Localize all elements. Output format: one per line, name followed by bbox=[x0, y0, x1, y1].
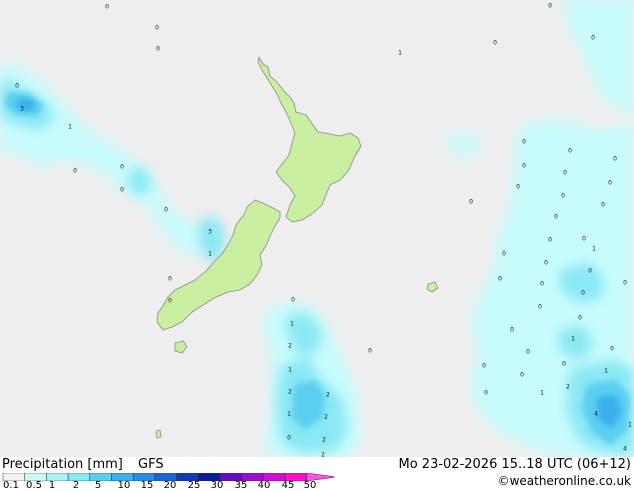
precip-value-label: 1 bbox=[398, 50, 402, 57]
precipitation-map: 0 0 0 0 0 0 1 0 3 1 0 0 0 0 3 1 0 0 0 1 2 1 2 2 1 2 0 2 2 0 0 0 0 0 0 0 0 0 0 0… bbox=[0, 0, 634, 457]
precip-value-label: 0 bbox=[623, 280, 627, 287]
legend-tick-label: 35 bbox=[234, 480, 248, 491]
precip-value-label: 0 bbox=[581, 290, 585, 297]
legend-tick-label: 45 bbox=[281, 480, 295, 491]
precip-value-label: 0 bbox=[120, 164, 124, 171]
precip-value-label: 0 bbox=[482, 363, 486, 370]
forecast-datetime: Mo 23-02-2026 15..18 UTC (06+12) bbox=[398, 457, 632, 472]
precip-value-label: 0 bbox=[502, 251, 506, 258]
precip-value-label: 0 bbox=[561, 193, 565, 200]
auckland-islands bbox=[155, 429, 162, 439]
legend-tick-label: 0.5 bbox=[26, 480, 42, 491]
precip-value-label: 0 bbox=[510, 327, 514, 334]
precip-value-label: 0 bbox=[520, 372, 524, 379]
precip-value-label: 0 bbox=[516, 184, 520, 191]
precip-value-label: 0 bbox=[493, 40, 497, 47]
precip-value-label: 0 bbox=[544, 260, 548, 267]
precip-value-label: 0 bbox=[168, 298, 172, 305]
copyright: ©weatheronline.co.uk bbox=[497, 474, 631, 488]
precip-value-label: 2 bbox=[326, 392, 330, 399]
precip-value-label: 1 bbox=[288, 367, 292, 374]
precip-value-label: 0 bbox=[120, 187, 124, 194]
precip-value-label: 0 bbox=[601, 202, 605, 209]
precip-value-label: 0 bbox=[548, 237, 552, 244]
precip-value-label: 0 bbox=[613, 156, 617, 163]
legend-tick-label: 1 bbox=[48, 480, 56, 491]
legend-tick-label: 2 bbox=[72, 480, 80, 491]
precip-value-label: 0 bbox=[538, 304, 542, 311]
precip-value-label: 0 bbox=[484, 390, 488, 397]
precip-value-label: 4 bbox=[623, 446, 627, 453]
legend-swatch bbox=[67, 473, 91, 481]
model-name: GFS bbox=[138, 457, 164, 472]
precip-value-label: 0 bbox=[15, 83, 19, 90]
precip-value-label: 0 bbox=[168, 276, 172, 283]
precip-value-label: 0 bbox=[563, 170, 567, 177]
precip-value-label: 1 bbox=[628, 422, 632, 429]
precip-value-label: 0 bbox=[469, 199, 473, 206]
legend-tick-label: 10 bbox=[117, 480, 131, 491]
legend-tick-label: 25 bbox=[187, 480, 201, 491]
precip-value-label: 0 bbox=[105, 4, 109, 11]
precip-value-label: 2 bbox=[324, 414, 328, 421]
legend-tick-label: 5 bbox=[94, 480, 102, 491]
precip-value-label: 0 bbox=[578, 315, 582, 322]
precip-title: Precipitation [mm] bbox=[2, 457, 123, 472]
precip-value-label: 0 bbox=[164, 207, 168, 214]
precip-value-label: 0 bbox=[522, 163, 526, 170]
legend-tick-label: 15 bbox=[140, 480, 154, 491]
precip-value-label: 0 bbox=[155, 25, 159, 32]
precip-value-label: 0 bbox=[588, 268, 592, 275]
precip-value-label: 0 bbox=[540, 281, 544, 288]
precip-value-label: 0 bbox=[562, 361, 566, 368]
precip-value-label: 1 bbox=[68, 124, 72, 131]
precip-value-label: 4 bbox=[594, 411, 598, 418]
precip-value-label: 0 bbox=[291, 297, 295, 304]
precip-value-label: 2 bbox=[322, 437, 326, 444]
precip-value-label: 3 bbox=[20, 106, 24, 113]
precip-value-label: 0 bbox=[522, 139, 526, 146]
precip-value-label: 0 bbox=[73, 168, 77, 175]
precip-value-label: 2 bbox=[288, 389, 292, 396]
precip-value-label: 1 bbox=[592, 246, 596, 253]
precip-value-label: 0 bbox=[591, 35, 595, 42]
precip-value-label: 0 bbox=[526, 349, 530, 356]
precip-value-label: 1 bbox=[208, 251, 212, 258]
precip-value-label: 1 bbox=[540, 390, 544, 397]
precip-value-label: 3 bbox=[208, 229, 212, 236]
precip-value-label: 1 bbox=[287, 411, 291, 418]
legend-tick-label: 20 bbox=[163, 480, 177, 491]
precip-value-label: 0 bbox=[608, 180, 612, 187]
precip-value-label: 1 bbox=[571, 336, 575, 343]
precip-value-label: 0 bbox=[287, 435, 291, 442]
precip-value-label: 1 bbox=[604, 368, 608, 375]
precip-value-label: 0 bbox=[368, 348, 372, 355]
legend-tick-label: 0.1 bbox=[3, 480, 19, 491]
footer: Precipitation [mm] GFS Mo 23-02-2026 15.… bbox=[0, 457, 634, 491]
precip-value-label: 0 bbox=[582, 236, 586, 243]
precip-value-label: 0 bbox=[554, 214, 558, 221]
precip-value-label: 1 bbox=[290, 321, 294, 328]
precip-value-label: 0 bbox=[156, 46, 160, 53]
precip-value-label: 2 bbox=[566, 384, 570, 391]
precip-value-label: 0 bbox=[498, 276, 502, 283]
precip-value-label: 0 bbox=[568, 148, 572, 155]
precip-value-label: 0 bbox=[610, 346, 614, 353]
precip-value-label: 2 bbox=[288, 343, 292, 350]
legend-tick-label: 30 bbox=[210, 480, 224, 491]
precip-value-label: 0 bbox=[548, 3, 552, 10]
legend-tick-label: 40 bbox=[257, 480, 271, 491]
legend-tick-label: 50 bbox=[303, 480, 317, 491]
